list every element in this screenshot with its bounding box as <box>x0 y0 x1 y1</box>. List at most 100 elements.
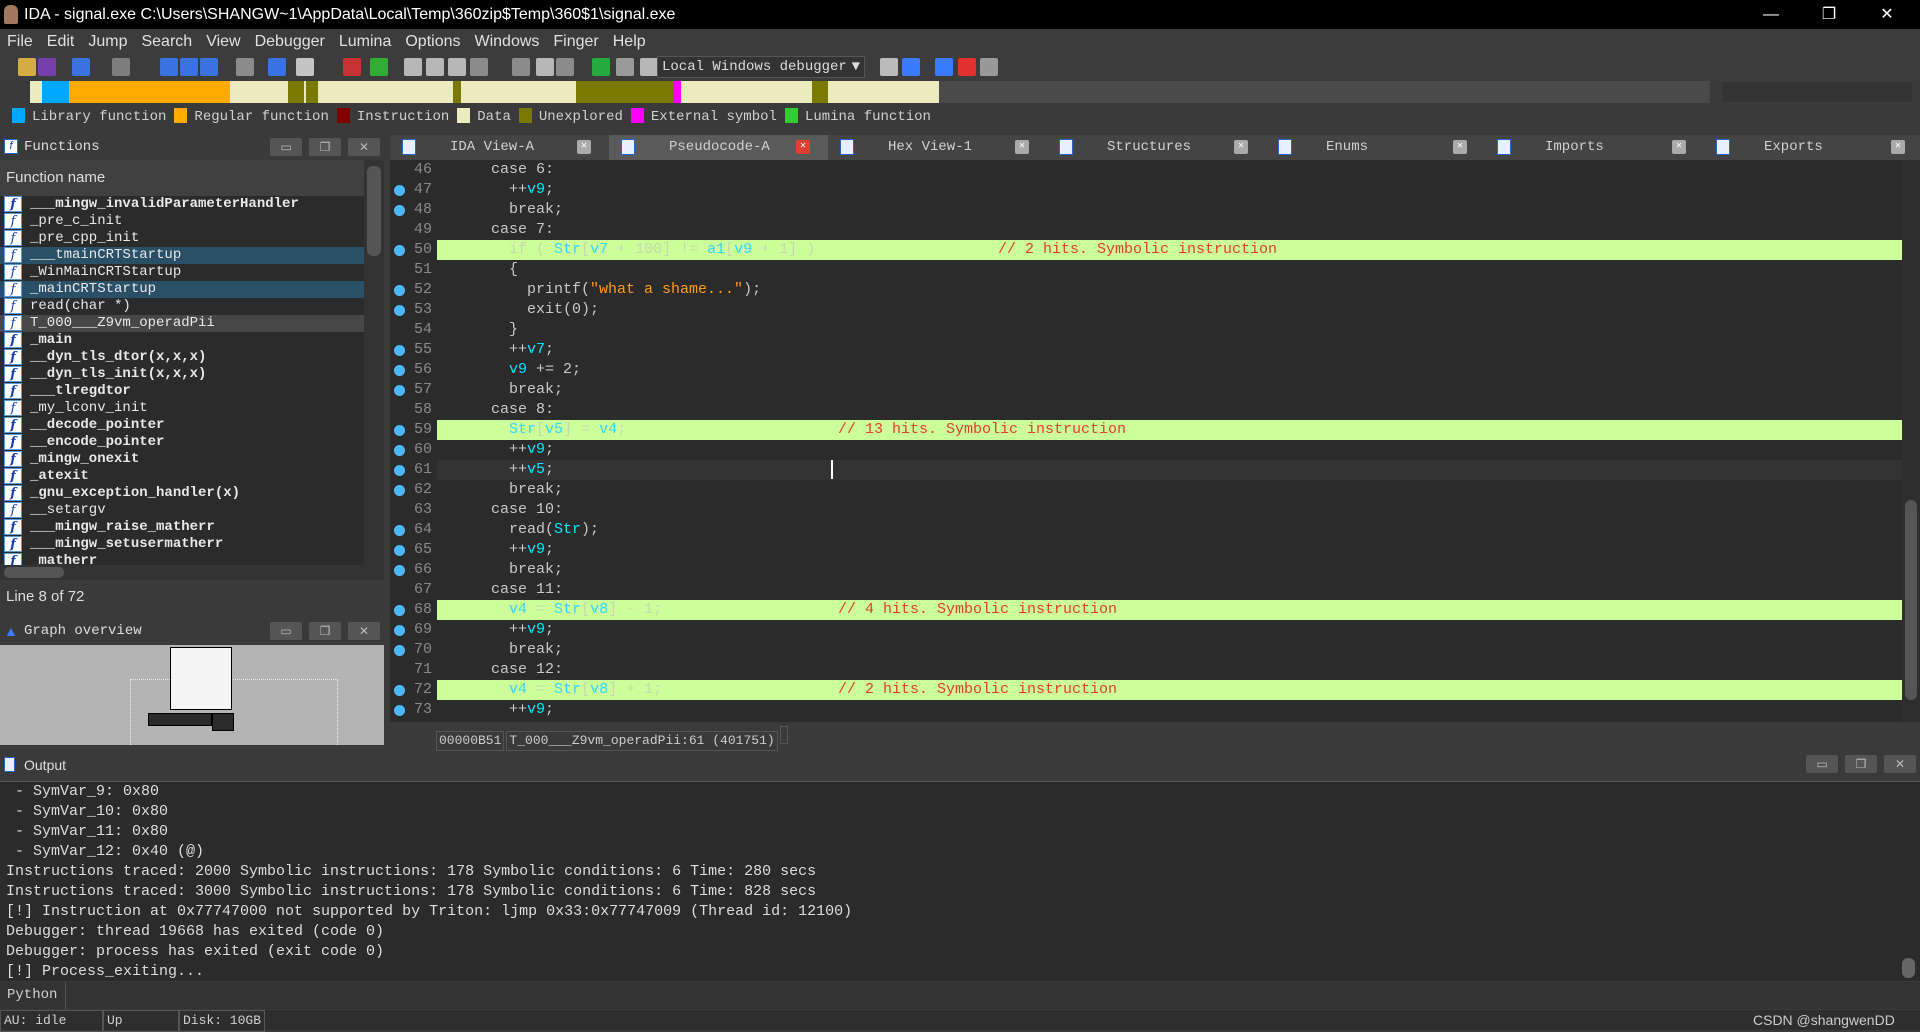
toolbar-icon[interactable] <box>370 58 388 76</box>
function-row[interactable]: f __decode_pointer <box>0 417 364 434</box>
function-row[interactable]: f _atexit <box>0 468 364 485</box>
toolbar-icon[interactable] <box>236 58 254 76</box>
graph-overview-canvas[interactable] <box>0 645 384 745</box>
nav-segment[interactable] <box>812 81 828 103</box>
tab-close-icon[interactable]: ✕ <box>1234 140 1248 154</box>
pseudocode-view[interactable]: 46 case 6: 47 ++v9; 48 break; 49 case 7: 50 … <box>390 160 1902 722</box>
toolbar-icon[interactable] <box>448 58 466 76</box>
nav-segment[interactable] <box>230 81 288 103</box>
code-line[interactable]: 59 Str[v5] = v4; // 13 hits. Symbolic ins… <box>390 420 1902 440</box>
toolbar-icon[interactable] <box>616 58 634 76</box>
toolbar-icon[interactable] <box>426 58 444 76</box>
functions-hscrollbar[interactable] <box>0 565 364 580</box>
graph-viewport[interactable] <box>130 679 338 745</box>
nav-segment[interactable] <box>673 81 681 103</box>
tab-close-icon[interactable]: ✕ <box>1672 140 1686 154</box>
code-line[interactable]: 63 case 10: <box>390 500 1902 520</box>
cli-language-button[interactable]: Python <box>0 982 66 1009</box>
toolbar-icon[interactable] <box>343 58 361 76</box>
function-row[interactable]: f _my_lconv_init <box>0 400 364 417</box>
function-row[interactable]: f ___mingw_setusermatherr <box>0 536 364 553</box>
tab-hex-view-1[interactable]: Hex View-1 ✕ <box>828 135 1047 160</box>
code-line[interactable]: 73 ++v9; <box>390 700 1902 720</box>
function-row[interactable]: f __dyn_tls_init(x,x,x) <box>0 366 364 383</box>
toolbar-icon[interactable] <box>902 58 920 76</box>
function-row[interactable]: f __dyn_tls_dtor(x,x,x) <box>0 349 364 366</box>
code-line[interactable]: 71 case 12: <box>390 660 1902 680</box>
function-row[interactable]: f _matherr <box>0 553 364 565</box>
tab-imports[interactable]: Imports ✕ <box>1485 135 1704 160</box>
code-line[interactable]: 70 break; <box>390 640 1902 660</box>
code-line[interactable]: 55 ++v7; <box>390 340 1902 360</box>
menu-help[interactable]: Help <box>606 29 653 54</box>
menu-file[interactable]: File <box>0 29 40 54</box>
minimize-button[interactable]: — <box>1742 0 1800 29</box>
code-line[interactable]: 57 break; <box>390 380 1902 400</box>
code-line[interactable]: 58 case 8: <box>390 400 1902 420</box>
toolbar-icon[interactable] <box>180 58 198 76</box>
function-row[interactable]: f _pre_c_init <box>0 213 364 230</box>
menu-edit[interactable]: Edit <box>40 29 82 54</box>
code-line[interactable]: 46 case 6: <box>390 160 1902 180</box>
toolbar-icon[interactable] <box>72 58 90 76</box>
output-dock-button[interactable]: ▭ <box>1806 755 1838 773</box>
function-row[interactable]: f _mingw_onexit <box>0 451 364 468</box>
panel-dock-button[interactable]: ▭ <box>270 138 302 156</box>
code-line[interactable]: 62 break; <box>390 480 1902 500</box>
code-line[interactable]: 72 v4 = Str[v8] + 1; // 2 hits. Symbolic … <box>390 680 1902 700</box>
code-line[interactable]: 47 ++v9; <box>390 180 1902 200</box>
code-line[interactable]: 66 break; <box>390 560 1902 580</box>
nav-segment[interactable] <box>306 81 318 103</box>
graph-float-button[interactable]: ❐ <box>309 622 341 640</box>
code-line[interactable]: 50 if ( Str[v7 + 100] != a1[v9 + 1] )// … <box>390 240 1902 260</box>
function-row[interactable]: f __setargv <box>0 502 364 519</box>
output-close-button[interactable]: ✕ <box>1884 755 1916 773</box>
debugger-select[interactable]: Local Windows debugger ▼ <box>657 56 865 78</box>
function-row[interactable]: f _main <box>0 332 364 349</box>
code-line[interactable]: 61 ++v5; <box>390 460 1902 480</box>
toolbar-icon[interactable] <box>160 58 178 76</box>
output-float-button[interactable]: ❐ <box>1845 755 1877 773</box>
toolbar-icon[interactable] <box>18 58 36 76</box>
maximize-button[interactable]: ❐ <box>1800 0 1858 29</box>
function-row[interactable]: f _gnu_exception_handler(x) <box>0 485 364 502</box>
toolbar-icon[interactable] <box>268 58 286 76</box>
tab-pseudocode-a[interactable]: Pseudocode-A ✕ <box>609 135 828 160</box>
output-scroll-thumb[interactable] <box>1902 958 1915 978</box>
code-line[interactable]: 51 { <box>390 260 1902 280</box>
menu-debugger[interactable]: Debugger <box>248 29 332 54</box>
column-header-function-name[interactable]: Function name <box>0 160 364 196</box>
toolbar-icon[interactable] <box>556 58 574 76</box>
toolbar-icon[interactable] <box>980 58 998 76</box>
function-row[interactable]: f ___mingw_invalidParameterHandler <box>0 196 364 213</box>
tab-enums[interactable]: Enums ✕ <box>1266 135 1485 160</box>
toolbar-icon[interactable] <box>592 58 610 76</box>
tab-close-icon[interactable]: ✕ <box>1891 140 1905 154</box>
tab-structures[interactable]: Structures ✕ <box>1047 135 1266 160</box>
code-scroll-thumb[interactable] <box>1905 500 1917 700</box>
code-line[interactable]: 68 v4 = Str[v8] - 1; // 4 hits. Symbolic … <box>390 600 1902 620</box>
menu-search[interactable]: Search <box>134 29 199 54</box>
function-row[interactable]: f __encode_pointer <box>0 434 364 451</box>
nav-segment[interactable] <box>828 81 939 103</box>
nav-segment[interactable] <box>30 81 42 103</box>
close-button[interactable]: ✕ <box>1858 0 1916 29</box>
code-line[interactable]: 69 ++v9; <box>390 620 1902 640</box>
output-log[interactable]: - SymVar_9: 0x80 - SymVar_10: 0x80 - Sym… <box>0 781 1920 981</box>
code-line[interactable]: 65 ++v9; <box>390 540 1902 560</box>
menu-options[interactable]: Options <box>398 29 467 54</box>
tab-ida-view-a[interactable]: IDA View-A ✕ <box>390 135 609 160</box>
menu-windows[interactable]: Windows <box>467 29 546 54</box>
tab-close-icon[interactable]: ✕ <box>577 140 591 154</box>
toolbar-icon[interactable] <box>640 58 658 76</box>
code-line[interactable]: 67 case 11: <box>390 580 1902 600</box>
graph-dock-button[interactable]: ▭ <box>270 622 302 640</box>
toolbar-icon[interactable] <box>958 58 976 76</box>
toolbar-icon[interactable] <box>935 58 953 76</box>
tab-exports[interactable]: Exports ✕ <box>1704 135 1920 160</box>
nav-segment[interactable] <box>288 81 304 103</box>
menu-view[interactable]: View <box>199 29 247 54</box>
function-row[interactable]: f ___tmainCRTStartup <box>0 247 364 264</box>
tab-close-icon[interactable]: ✕ <box>796 140 810 154</box>
code-line[interactable]: 53 exit(0); <box>390 300 1902 320</box>
